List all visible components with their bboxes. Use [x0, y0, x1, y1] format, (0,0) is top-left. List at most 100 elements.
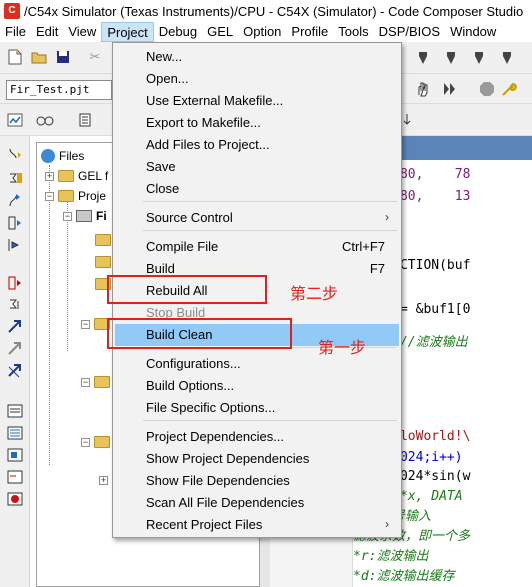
menu-item-build-options[interactable]: Build Options...: [115, 375, 399, 397]
tree-folder[interactable]: −: [81, 373, 114, 391]
toolbar-overflow-icon[interactable]: [400, 110, 414, 128]
menu-item-source-control[interactable]: Source Control ›: [115, 207, 399, 229]
step-over-icon[interactable]: [6, 170, 24, 188]
collapse-icon[interactable]: −: [45, 191, 54, 201]
build-icon-2[interactable]: [442, 49, 460, 67]
menu-view[interactable]: View: [63, 22, 101, 42]
run-free-icon[interactable]: [6, 340, 24, 358]
folder-icon: [94, 376, 110, 388]
menu-dsp-bios[interactable]: DSP/BIOS: [374, 22, 445, 42]
menu-item-compile-file[interactable]: Compile File Ctrl+F7: [115, 236, 399, 258]
tree-item-projects[interactable]: − Proje: [45, 187, 106, 205]
menu-item-project-dependencies[interactable]: Project Dependencies...: [115, 426, 399, 448]
asm-step-over-icon[interactable]: [6, 296, 24, 314]
save-icon[interactable]: [54, 48, 72, 66]
animate-icon[interactable]: [6, 236, 24, 254]
menu-item-label: Add Files to Project...: [146, 137, 270, 152]
menu-item-label: Save: [146, 159, 176, 174]
menu-item-show-project-dependencies[interactable]: Show Project Dependencies: [115, 448, 399, 470]
menu-item-add-files-to-project[interactable]: Add Files to Project...: [115, 134, 399, 156]
new-file-icon[interactable]: [6, 48, 24, 66]
expand-icon[interactable]: +: [99, 475, 108, 485]
wrench-icon[interactable]: [500, 80, 518, 98]
run-icon[interactable]: [6, 318, 24, 336]
menu-separator: [143, 230, 397, 231]
asm-step-into-icon[interactable]: [6, 274, 24, 292]
annotation-step2: 第二步: [290, 284, 339, 303]
collapse-icon[interactable]: −: [81, 319, 90, 329]
ccs-app-icon: C: [4, 3, 20, 19]
collapse-icon[interactable]: −: [81, 437, 90, 447]
cut-icon[interactable]: ✂: [86, 48, 104, 66]
collapse-icon[interactable]: −: [63, 211, 72, 221]
tree-item-gel-files[interactable]: + GEL f: [45, 167, 108, 185]
annotation-box-step2: [107, 275, 267, 304]
active-project-combo[interactable]: Fir_Test.pjt: [6, 80, 112, 100]
step-icon-1[interactable]: [440, 80, 458, 98]
menu-item-label: Show File Dependencies: [146, 473, 290, 488]
menu-item-new[interactable]: New...: [115, 46, 399, 68]
menu-item-save[interactable]: Save: [115, 156, 399, 178]
code-token: 78: [423, 167, 471, 182]
menu-edit[interactable]: Edit: [31, 22, 63, 42]
menu-debug[interactable]: Debug: [154, 22, 202, 42]
menu-item-open[interactable]: Open...: [115, 68, 399, 90]
stop-icon[interactable]: [478, 80, 496, 98]
expand-icon[interactable]: +: [45, 171, 54, 181]
annotation-box-step1: [107, 318, 292, 349]
menu-item-label: Scan All File Dependencies: [146, 495, 305, 510]
submenu-arrow-icon: ›: [385, 517, 389, 531]
menu-file[interactable]: File: [0, 22, 31, 42]
menu-item-export-to-makefile[interactable]: Export to Makefile...: [115, 112, 399, 134]
run-to-cursor-icon[interactable]: [6, 214, 24, 232]
menu-tools[interactable]: Tools: [333, 22, 373, 42]
tree-item-project-file[interactable]: − Fi: [63, 207, 107, 225]
build-icon-4[interactable]: [498, 49, 516, 67]
program-icon[interactable]: [6, 111, 24, 129]
menu-item-file-specific-options[interactable]: File Specific Options...: [115, 397, 399, 419]
menu-item-shortcut: Ctrl+F7: [342, 239, 385, 254]
menu-gel[interactable]: GEL: [202, 22, 238, 42]
menu-item-recent-project-files[interactable]: Recent Project Files ›: [115, 514, 399, 536]
watch-icon[interactable]: [36, 111, 54, 129]
menu-separator: [143, 420, 397, 421]
disassembly-window-icon[interactable]: [6, 468, 24, 486]
folder-icon: [94, 436, 110, 448]
tree-folder[interactable]: −: [81, 433, 114, 451]
globe-icon: [41, 149, 55, 163]
menu-item-scan-all-file-dependencies[interactable]: Scan All File Dependencies: [115, 492, 399, 514]
menu-profile[interactable]: Profile: [286, 22, 333, 42]
menu-item-label: Compile File: [146, 239, 219, 254]
menu-project[interactable]: Project: [101, 22, 154, 42]
code-token: sin: [431, 469, 455, 484]
graph-window-icon[interactable]: [6, 446, 24, 464]
menu-item-label: File Specific Options...: [146, 400, 276, 415]
memory-window-icon[interactable]: [6, 424, 24, 442]
menu-item-close[interactable]: Close: [115, 178, 399, 200]
menu-window[interactable]: Window: [445, 22, 501, 42]
halt-hand-icon[interactable]: [414, 80, 432, 98]
project-file-icon: [76, 210, 92, 222]
menu-item-use-external-makefile[interactable]: Use External Makefile...: [115, 90, 399, 112]
menu-item-label: Export to Makefile...: [146, 115, 261, 130]
collapse-icon[interactable]: −: [81, 377, 90, 387]
tree-folder[interactable]: +: [99, 471, 112, 489]
code-token: //滤波输出: [399, 335, 468, 350]
breakpoint-icon[interactable]: [6, 490, 24, 508]
tree-item-label: Proje: [78, 189, 107, 203]
code-token: (w: [454, 469, 471, 484]
menu-item-show-file-dependencies[interactable]: Show File Dependencies: [115, 470, 399, 492]
folder-icon: [95, 256, 111, 268]
memory-icon[interactable]: [76, 111, 94, 129]
register-window-icon[interactable]: [6, 402, 24, 420]
menu-option[interactable]: Option: [238, 22, 286, 42]
menu-item-label: New...: [146, 49, 183, 64]
menu-item-label: Source Control: [146, 210, 233, 225]
open-folder-icon[interactable]: [30, 48, 48, 66]
step-into-icon[interactable]: [6, 146, 24, 164]
build-icon-3[interactable]: [470, 49, 488, 67]
tree-root-files[interactable]: Files: [41, 147, 84, 165]
step-out-icon[interactable]: [6, 192, 24, 210]
build-icon-1[interactable]: [414, 49, 432, 67]
halt-icon[interactable]: [6, 362, 24, 380]
